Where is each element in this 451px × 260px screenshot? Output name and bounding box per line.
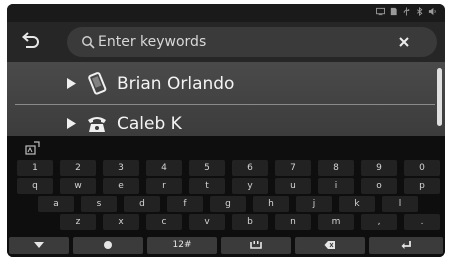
key[interactable]: c bbox=[146, 214, 182, 230]
hide-keyboard-key[interactable] bbox=[9, 237, 69, 254]
key[interactable]: a bbox=[38, 196, 74, 212]
search-icon bbox=[81, 35, 95, 49]
key[interactable]: 6 bbox=[232, 160, 268, 176]
volume-icon bbox=[428, 7, 437, 16]
key[interactable]: y bbox=[232, 178, 268, 194]
backspace-key[interactable] bbox=[295, 237, 365, 254]
key[interactable]: e bbox=[103, 178, 139, 194]
screen-icon bbox=[376, 7, 385, 16]
divider bbox=[15, 104, 435, 105]
status-icons bbox=[376, 7, 437, 16]
handwriting-button[interactable] bbox=[25, 141, 41, 155]
key[interactable]: s bbox=[81, 196, 117, 212]
key[interactable]: 8 bbox=[318, 160, 354, 176]
key[interactable]: 5 bbox=[189, 160, 225, 176]
contact-list: Brian Orlando Caleb K bbox=[7, 62, 445, 136]
space-icon bbox=[250, 240, 262, 249]
contact-name: Caleb K bbox=[117, 114, 182, 134]
backspace-icon bbox=[324, 240, 335, 249]
key[interactable]: m bbox=[318, 214, 354, 230]
key[interactable]: o bbox=[361, 178, 397, 194]
key[interactable]: j bbox=[296, 196, 332, 212]
key[interactable]: i bbox=[318, 178, 354, 194]
key[interactable]: b bbox=[232, 214, 268, 230]
key[interactable]: w bbox=[60, 178, 96, 194]
key[interactable]: u bbox=[275, 178, 311, 194]
key[interactable]: f bbox=[167, 196, 203, 212]
key[interactable]: x bbox=[103, 214, 139, 230]
contact-name: Brian Orlando bbox=[117, 74, 235, 94]
key[interactable]: 7 bbox=[275, 160, 311, 176]
on-screen-keyboard: 1 2 3 4 5 6 7 8 9 0 q w e r t y u i o p … bbox=[7, 136, 445, 257]
globe-icon bbox=[104, 240, 112, 249]
key[interactable]: l bbox=[382, 196, 418, 212]
key[interactable]: z bbox=[60, 214, 96, 230]
back-arrow-icon bbox=[21, 32, 39, 48]
symbols-key[interactable]: 12# bbox=[147, 237, 217, 254]
handwriting-icon bbox=[25, 141, 40, 155]
bluetooth-icon bbox=[415, 7, 424, 16]
expand-caret-icon bbox=[67, 78, 76, 89]
scrollbar[interactable] bbox=[437, 68, 442, 126]
key[interactable]: k bbox=[339, 196, 375, 212]
search-header bbox=[7, 22, 445, 62]
key[interactable]: , bbox=[361, 214, 397, 230]
key[interactable]: v bbox=[189, 214, 225, 230]
key[interactable]: 9 bbox=[361, 160, 397, 176]
enter-key[interactable] bbox=[369, 237, 443, 254]
chevron-down-icon bbox=[34, 241, 44, 248]
key[interactable]: r bbox=[146, 178, 182, 194]
clear-search-button[interactable] bbox=[395, 33, 413, 51]
key[interactable]: t bbox=[189, 178, 225, 194]
mobile-phone-icon bbox=[85, 72, 109, 96]
key[interactable]: . bbox=[404, 214, 440, 230]
back-button[interactable] bbox=[19, 32, 41, 52]
usb-icon bbox=[402, 7, 411, 16]
sd-card-icon bbox=[389, 7, 398, 16]
key[interactable]: 0 bbox=[404, 160, 440, 176]
key[interactable]: h bbox=[253, 196, 289, 212]
close-icon bbox=[399, 37, 409, 47]
expand-caret-icon bbox=[67, 118, 76, 129]
key[interactable]: d bbox=[124, 196, 160, 212]
key[interactable]: 1 bbox=[17, 160, 53, 176]
key[interactable]: 4 bbox=[146, 160, 182, 176]
key[interactable]: g bbox=[210, 196, 246, 212]
key[interactable]: q bbox=[17, 178, 53, 194]
key[interactable]: 2 bbox=[60, 160, 96, 176]
contact-row[interactable]: Brian Orlando bbox=[7, 66, 433, 103]
home-phone-icon bbox=[85, 112, 109, 136]
enter-icon bbox=[401, 240, 411, 249]
space-key[interactable] bbox=[221, 237, 291, 254]
key[interactable]: p bbox=[404, 178, 440, 194]
key[interactable]: n bbox=[275, 214, 311, 230]
search-input[interactable] bbox=[98, 31, 388, 53]
language-key[interactable] bbox=[73, 237, 143, 254]
search-box[interactable] bbox=[67, 27, 437, 57]
app-screen: Brian Orlando Caleb K 1 2 3 4 bbox=[7, 4, 445, 257]
key[interactable]: 3 bbox=[103, 160, 139, 176]
status-bar bbox=[7, 4, 445, 22]
